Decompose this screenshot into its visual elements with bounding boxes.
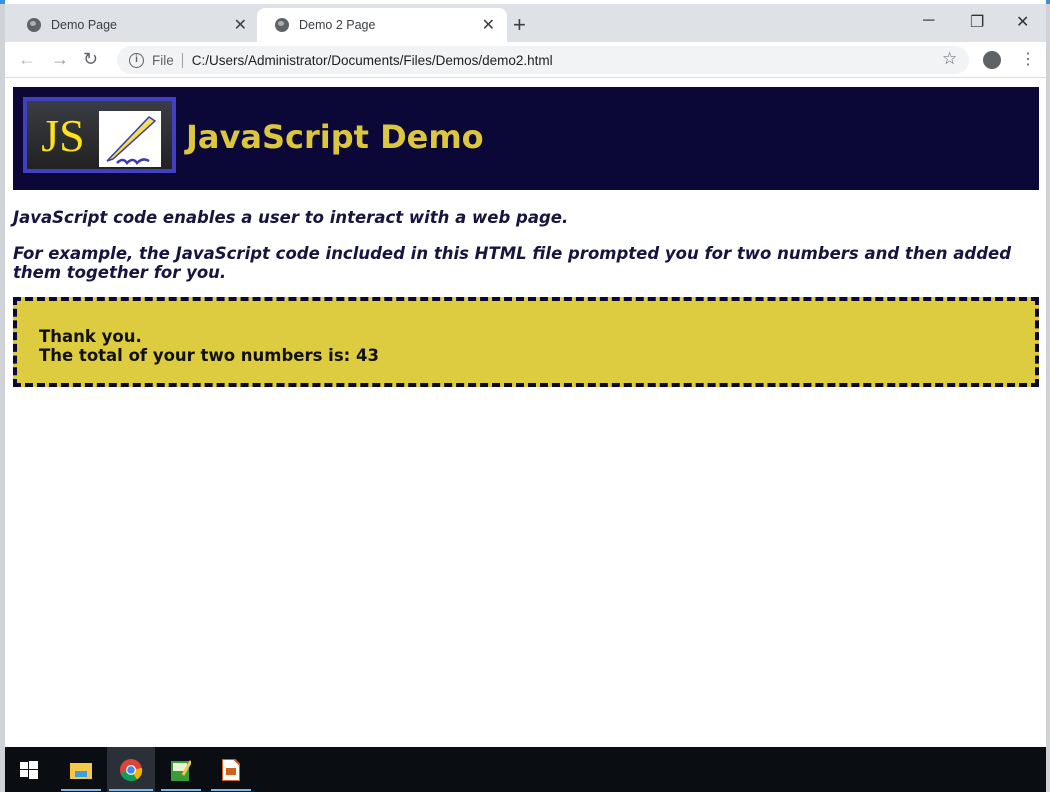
total-text: The total of your two numbers is: 43 xyxy=(39,346,379,365)
chrome-button[interactable] xyxy=(107,747,155,792)
new-tab-button[interactable]: + xyxy=(513,12,526,38)
file-explorer-icon xyxy=(70,762,92,779)
browser-window: Demo Page ✕ Demo 2 Page ✕ + ─ ❐ ✕ ← → ↻ … xyxy=(5,0,1046,792)
account-icon[interactable] xyxy=(983,51,1001,69)
toolbar: ← → ↻ i File C:/Users/Administrator/Docu… xyxy=(5,42,1046,78)
intro-paragraph: JavaScript code enables a user to intera… xyxy=(13,208,569,227)
minimize-button[interactable]: ─ xyxy=(923,12,934,30)
forward-button[interactable]: → xyxy=(51,49,69,70)
taskbar xyxy=(5,747,1046,792)
impress-button[interactable] xyxy=(209,747,253,792)
result-box: Thank you. The total of your two numbers… xyxy=(13,297,1039,387)
logo-text: JS xyxy=(41,109,85,161)
restore-button[interactable]: ❐ xyxy=(970,12,984,32)
reload-button[interactable]: ↻ xyxy=(83,49,98,70)
example-paragraph: For example, the JavaScript code include… xyxy=(13,244,1012,282)
tab-title: Demo Page xyxy=(51,18,118,32)
notepad-icon xyxy=(171,759,191,781)
windows-start-icon xyxy=(20,760,38,779)
tab-demo-page[interactable]: Demo Page ✕ xyxy=(9,8,259,42)
close-tab-icon[interactable]: ✕ xyxy=(234,15,247,35)
tab-strip: Demo Page ✕ Demo 2 Page ✕ + ─ ❐ ✕ xyxy=(5,4,1046,42)
page-title: JavaScript Demo xyxy=(186,118,484,156)
tab-title: Demo 2 Page xyxy=(299,18,376,32)
chrome-icon xyxy=(120,758,143,781)
close-window-button[interactable]: ✕ xyxy=(1016,12,1029,32)
file-explorer-button[interactable] xyxy=(59,747,103,792)
start-button[interactable] xyxy=(7,747,51,792)
url-text[interactable]: C:/Users/Administrator/Documents/Files/D… xyxy=(192,53,553,68)
tab-demo-2-page[interactable]: Demo 2 Page ✕ xyxy=(257,8,507,42)
impress-icon xyxy=(222,758,240,781)
globe-icon xyxy=(27,18,41,32)
notepad-button[interactable] xyxy=(159,747,203,792)
globe-icon xyxy=(275,18,289,32)
scheme-label: File xyxy=(152,52,183,68)
bookmark-star-icon[interactable]: ☆ xyxy=(942,49,957,69)
quill-icon xyxy=(99,111,161,167)
thank-you-text: Thank you. xyxy=(39,327,142,346)
close-tab-icon[interactable]: ✕ xyxy=(482,15,495,35)
js-logo: JS xyxy=(23,97,176,173)
back-button[interactable]: ← xyxy=(18,49,36,70)
page-header: JS JavaScript Demo xyxy=(13,87,1039,190)
address-bar[interactable]: i File C:/Users/Administrator/Documents/… xyxy=(117,46,969,74)
info-icon[interactable]: i xyxy=(129,52,144,68)
menu-icon[interactable]: ⋮ xyxy=(1020,49,1036,69)
